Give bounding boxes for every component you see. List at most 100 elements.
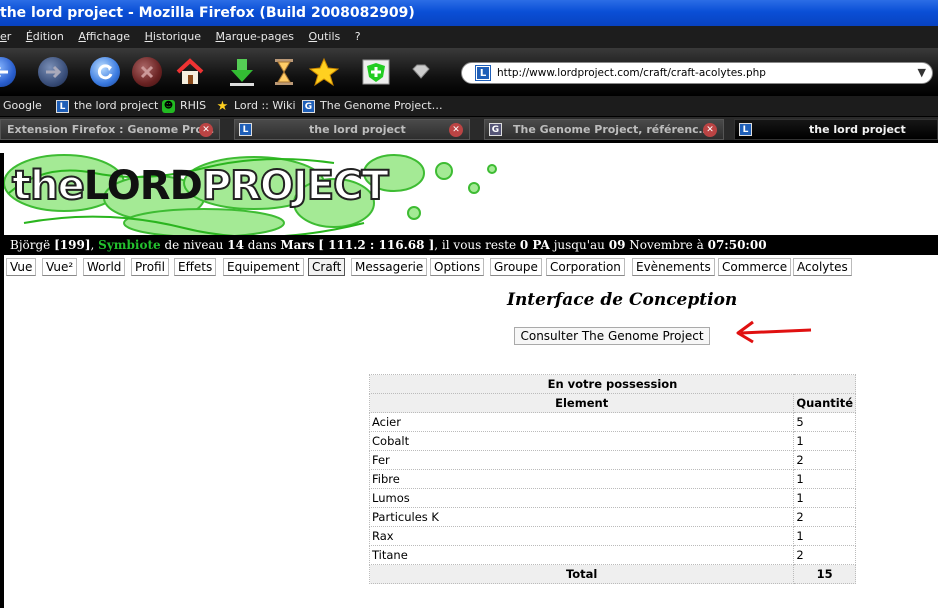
logo-part-lord: LORD bbox=[83, 163, 203, 209]
close-tab-icon[interactable]: ✕ bbox=[199, 123, 213, 137]
tab-label: the lord project bbox=[309, 123, 406, 136]
close-tab-icon[interactable]: ✕ bbox=[703, 123, 717, 137]
star-icon[interactable] bbox=[308, 56, 340, 88]
column-header-element: Element bbox=[368, 393, 795, 413]
menu-profil[interactable]: Profil bbox=[131, 258, 169, 276]
element-quantity: 5 bbox=[793, 412, 856, 432]
download-icon[interactable] bbox=[226, 56, 258, 88]
menu-commerce[interactable]: Commerce bbox=[718, 258, 792, 276]
menu-world[interactable]: World bbox=[83, 258, 126, 276]
menu-help[interactable]: ? bbox=[355, 26, 361, 48]
player-coords: [ 111.2 : 116.68 ] bbox=[318, 238, 435, 252]
bookmark-google[interactable]: Google bbox=[3, 96, 42, 116]
lord-favicon-icon: L bbox=[56, 99, 69, 113]
element-name: Lumos bbox=[368, 488, 795, 508]
element-quantity: 2 bbox=[793, 507, 856, 527]
menu-tools[interactable]: Outils bbox=[308, 26, 340, 48]
menu-history[interactable]: Historique bbox=[145, 26, 201, 48]
player-planet: Mars bbox=[280, 238, 315, 252]
menu-corporation[interactable]: Corporation bbox=[546, 258, 625, 276]
red-arrow-annotation bbox=[736, 320, 812, 344]
element-quantity: 1 bbox=[793, 431, 856, 451]
element-name: Titane bbox=[368, 545, 795, 565]
menu-messagerie[interactable]: Messagerie bbox=[351, 258, 428, 276]
site-logo[interactable]: theLORDPROJECT bbox=[11, 162, 390, 210]
element-name: Cobalt bbox=[368, 431, 795, 451]
table-row: Lumos 1 bbox=[368, 488, 856, 508]
table-row: Fibre 1 bbox=[368, 469, 856, 489]
shield-icon[interactable] bbox=[360, 56, 392, 88]
menu-groupe[interactable]: Groupe bbox=[490, 258, 542, 276]
menu-bookmarks[interactable]: Marque-pages bbox=[215, 26, 293, 48]
table-row: Titane 2 bbox=[368, 545, 856, 565]
tab-label: the lord project bbox=[809, 123, 906, 136]
bookmark-lord-project[interactable]: L the lord project bbox=[56, 96, 158, 116]
bookmark-label: RHIS bbox=[180, 99, 207, 112]
pa-prefix: , il vous reste bbox=[434, 238, 517, 252]
bookmarks-toolbar: Google L the lord project ☻ RHIS ★ Lord … bbox=[0, 96, 938, 116]
element-quantity: 1 bbox=[793, 526, 856, 546]
table-row: Acier 5 bbox=[368, 412, 856, 432]
player-id: [199] bbox=[54, 238, 91, 252]
tab-lord-project-1[interactable]: L the lord project ✕ bbox=[234, 119, 470, 140]
element-name: Rax bbox=[368, 526, 795, 546]
table-row: Fer 2 bbox=[368, 450, 856, 470]
url-bar[interactable]: L http://www.lordproject.com/craft/craft… bbox=[461, 62, 933, 84]
menu-vue[interactable]: Vue bbox=[6, 258, 37, 276]
element-name: Particules K bbox=[368, 507, 795, 527]
bookmark-lord-wiki[interactable]: ★ Lord :: Wiki bbox=[216, 96, 296, 116]
tab-label: The Genome Project, référenc… bbox=[513, 123, 710, 136]
tab-genome-project[interactable]: G The Genome Project, référenc… ✕ bbox=[484, 119, 724, 140]
menu-craft[interactable]: Craft bbox=[308, 258, 346, 276]
menu-options[interactable]: Options bbox=[430, 258, 485, 276]
bookmark-label: the lord project bbox=[74, 99, 159, 112]
forward-icon[interactable] bbox=[38, 57, 68, 87]
bookmark-rhis[interactable]: ☻ RHIS bbox=[162, 96, 206, 116]
tab-extension-genome[interactable]: Extension Firefox : Genome Pro… ✕ bbox=[0, 119, 220, 140]
bookmark-genome-project[interactable]: G The Genome Project… bbox=[302, 96, 443, 116]
total-label: Total bbox=[368, 564, 795, 584]
tab-lord-project-active[interactable]: L the lord project bbox=[734, 119, 938, 140]
level-text: de niveau bbox=[164, 238, 224, 252]
menu-effets[interactable]: Effets bbox=[174, 258, 217, 276]
gem-icon[interactable] bbox=[410, 60, 432, 82]
window-title-bar: the lord project - Mozilla Firefox (Buil… bbox=[0, 0, 938, 26]
element-name: Acier bbox=[368, 412, 795, 432]
menu-equipement[interactable]: Equipement bbox=[223, 258, 304, 276]
menu-vue2[interactable]: Vue² bbox=[42, 258, 78, 276]
genome-favicon-icon: G bbox=[489, 123, 502, 136]
player-status-line: Björgë [199], Symbiote de niveau 14 dans… bbox=[4, 235, 938, 255]
element-quantity: 1 bbox=[793, 488, 856, 508]
player-name: Björgë bbox=[10, 238, 51, 252]
logo-part-project: PROJECT bbox=[201, 162, 390, 210]
menu-view[interactable]: Affichage bbox=[78, 26, 130, 48]
home-icon[interactable] bbox=[174, 56, 206, 88]
genome-project-button[interactable]: Consulter The Genome Project bbox=[514, 327, 710, 345]
close-tab-icon[interactable]: ✕ bbox=[449, 123, 463, 137]
inventory-caption: En votre possession bbox=[369, 374, 856, 394]
date-day: 09 bbox=[608, 238, 626, 252]
player-pa: 0 PA bbox=[519, 238, 550, 252]
element-name: Fibre bbox=[368, 469, 795, 489]
url-text[interactable]: http://www.lordproject.com/craft/craft-a… bbox=[497, 63, 766, 84]
element-quantity: 2 bbox=[793, 450, 856, 470]
total-row: Total 15 bbox=[368, 564, 856, 584]
menu-bar: er Édition Affichage Historique Marque-p… bbox=[0, 26, 938, 48]
menu-evenements[interactable]: Evènements bbox=[632, 258, 715, 276]
lord-favicon-icon: L bbox=[739, 123, 752, 136]
back-icon[interactable] bbox=[0, 57, 16, 87]
menu-edit[interactable]: Édition bbox=[26, 26, 64, 48]
menu-acolytes[interactable]: Acolytes bbox=[793, 258, 852, 276]
time-prefix: à bbox=[696, 238, 704, 252]
date-prefix: jusqu'au bbox=[553, 238, 605, 252]
location-prefix: dans bbox=[247, 238, 277, 252]
hourglass-icon[interactable] bbox=[270, 56, 298, 88]
bookmark-label: Lord :: Wiki bbox=[234, 99, 296, 112]
menu-file[interactable]: er bbox=[0, 26, 11, 48]
reload-icon[interactable] bbox=[90, 57, 120, 87]
window-title: the lord project - Mozilla Firefox (Buil… bbox=[0, 5, 415, 21]
table-row: Rax 1 bbox=[368, 526, 856, 546]
date-time: 07:50:00 bbox=[707, 238, 767, 252]
stop-icon[interactable] bbox=[132, 57, 162, 87]
url-dropdown-icon[interactable]: ▼ bbox=[918, 66, 926, 79]
